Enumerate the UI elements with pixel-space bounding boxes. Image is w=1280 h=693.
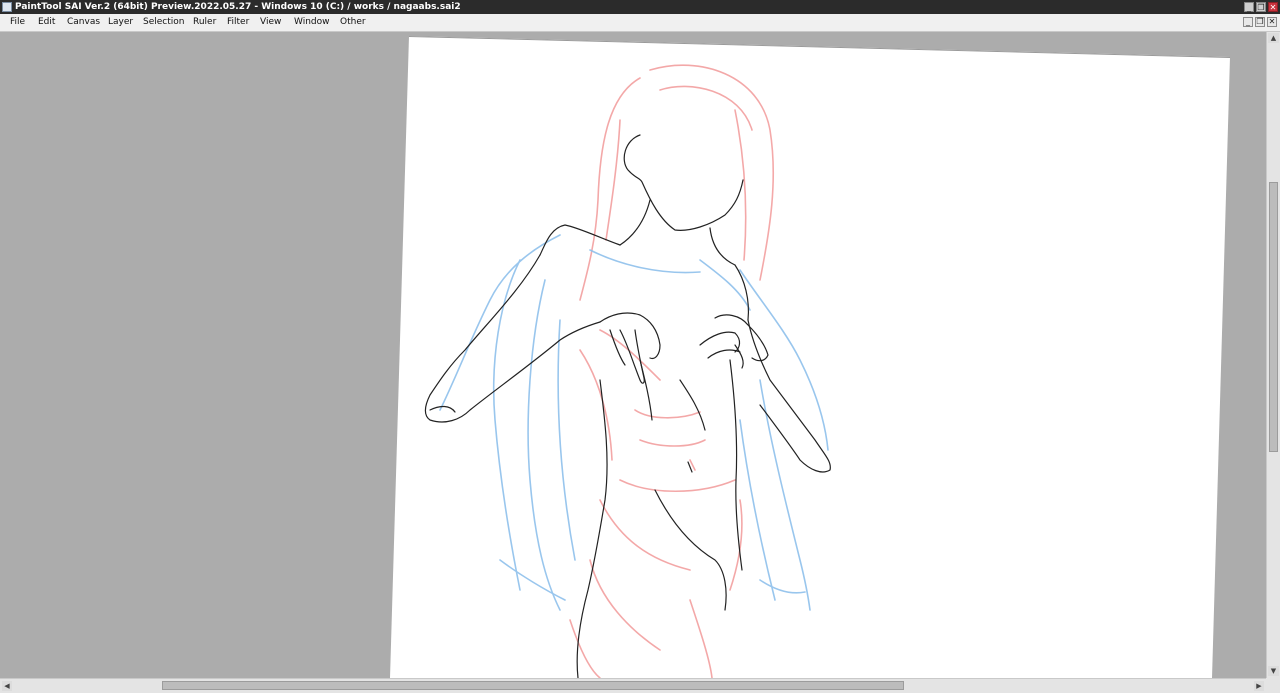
paper-sheet[interactable] — [390, 36, 1230, 678]
scroll-down-button[interactable]: ▼ — [1268, 666, 1279, 676]
menu-other[interactable]: Other — [340, 17, 366, 27]
scroll-left-button[interactable]: ◀ — [2, 681, 12, 691]
menu-bar: File Edit Canvas Layer Selection Ruler F… — [0, 14, 1280, 32]
menu-filter[interactable]: Filter — [227, 17, 249, 27]
app-icon[interactable] — [2, 2, 12, 12]
scroll-right-button[interactable]: ▶ — [1254, 681, 1264, 691]
horizontal-scrollbar[interactable]: ◀ ▶ — [0, 678, 1266, 693]
menu-selection[interactable]: Selection — [143, 17, 184, 27]
minimize-button[interactable]: _ — [1244, 2, 1254, 12]
menu-file[interactable]: File — [10, 17, 25, 27]
vertical-scroll-thumb[interactable] — [1269, 182, 1278, 452]
window-title: PaintTool SAI Ver.2 (64bit) Preview.2022… — [15, 2, 461, 12]
canvas-workspace[interactable] — [0, 32, 1266, 678]
menu-window[interactable]: Window — [294, 17, 330, 27]
menu-view[interactable]: View — [260, 17, 281, 27]
scrollbar-corner — [1266, 678, 1280, 693]
scroll-up-button[interactable]: ▲ — [1268, 33, 1279, 43]
canvas-view[interactable] — [0, 32, 1266, 678]
menu-layer[interactable]: Layer — [108, 17, 133, 27]
horizontal-scroll-thumb[interactable] — [162, 681, 904, 690]
title-bar: PaintTool SAI Ver.2 (64bit) Preview.2022… — [0, 0, 1280, 14]
document-minimize-button[interactable]: _ — [1243, 17, 1253, 27]
close-button[interactable]: ✕ — [1268, 2, 1278, 12]
document-close-button[interactable]: ✕ — [1267, 17, 1277, 27]
menu-ruler[interactable]: Ruler — [193, 17, 216, 27]
document-restore-button[interactable]: ❐ — [1255, 17, 1265, 27]
menu-edit[interactable]: Edit — [38, 17, 55, 27]
menu-canvas[interactable]: Canvas — [67, 17, 100, 27]
restore-button[interactable]: ❐ — [1256, 2, 1266, 12]
vertical-scrollbar[interactable]: ▲ ▼ — [1266, 32, 1280, 678]
